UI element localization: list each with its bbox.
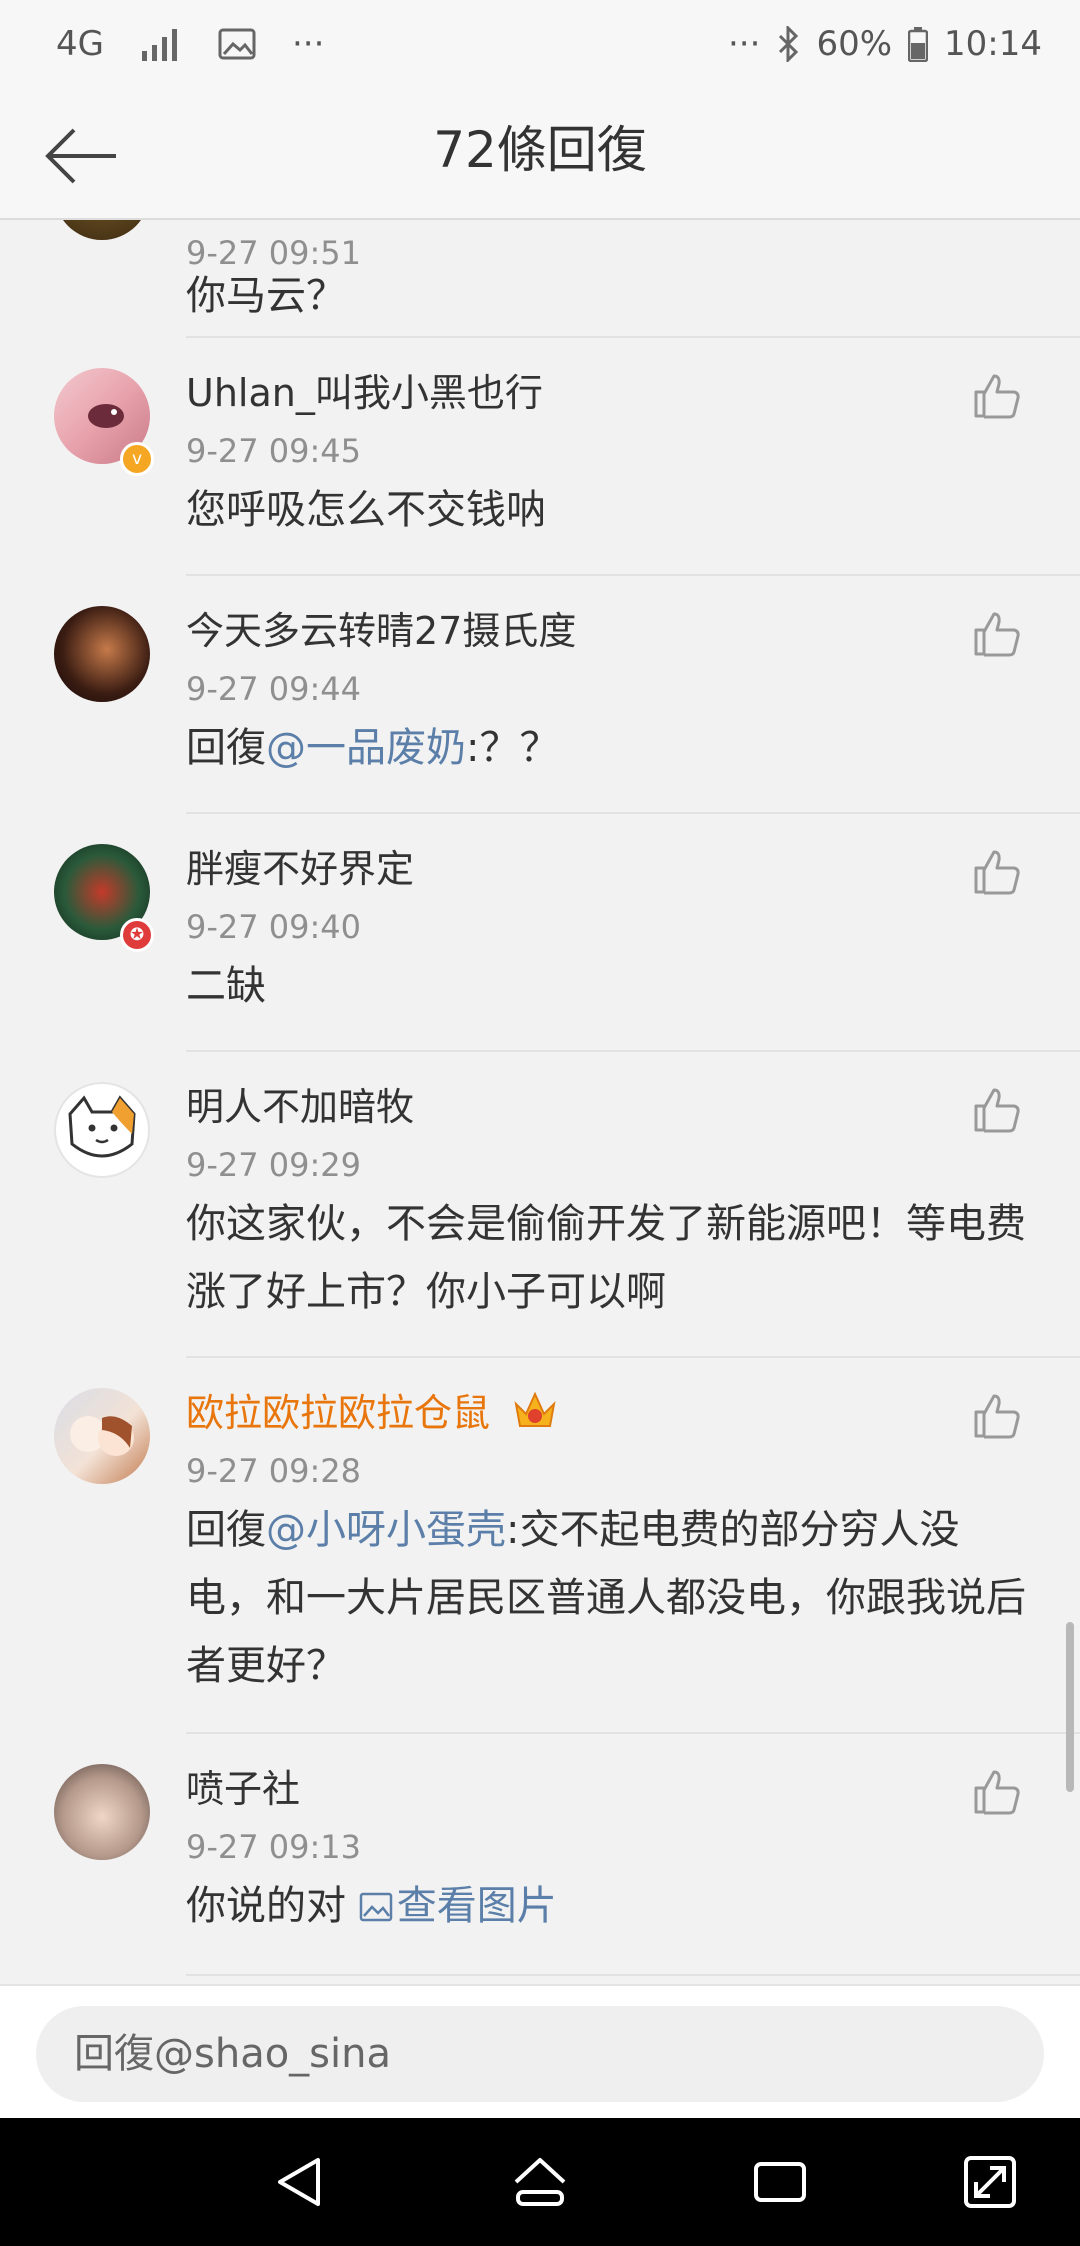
thumbs-up-icon[interactable]	[972, 848, 1022, 896]
scrollbar[interactable]	[1066, 1622, 1074, 1792]
user-name-text[interactable]: 欧拉欧拉欧拉仓鼠	[186, 1391, 490, 1435]
mention-link[interactable]: @小呀小蛋壳	[266, 1507, 506, 1553]
thumbs-up-icon[interactable]	[972, 610, 1022, 658]
recents-nav-icon[interactable]	[750, 2152, 810, 2212]
comment-item[interactable]: 9-27 09:51 你马云？	[0, 220, 1080, 338]
thumbs-up-icon[interactable]	[972, 1392, 1022, 1440]
more-notifications: ···	[291, 24, 325, 64]
user-name[interactable]: Uhlan_叫我小黑也行	[186, 368, 543, 418]
avatar[interactable]	[54, 220, 150, 240]
avatar[interactable]	[54, 1082, 150, 1178]
user-name[interactable]: 欧拉欧拉欧拉仓鼠	[186, 1388, 558, 1438]
comment-text: 你说的对 查看图片	[186, 1872, 1030, 1940]
back-nav-icon[interactable]	[270, 2152, 330, 2212]
comment-item[interactable]: 今天多云转晴27摄氏度 9-27 09:44 回復@一品废奶:？？	[0, 576, 1080, 814]
network-indicator: 4G	[56, 24, 104, 64]
thumbs-up-icon[interactable]	[972, 1086, 1022, 1134]
comment-item[interactable]: 欧拉欧拉欧拉仓鼠 9-27 09:28 回復@小呀小蛋壳:交不起电费的部分穷人没…	[0, 1358, 1080, 1734]
header: 72條回復	[0, 90, 1080, 220]
battery-icon	[908, 27, 929, 62]
view-image-label[interactable]: 查看图片	[397, 1883, 557, 1929]
view-image-link[interactable]: 查看图片	[359, 1883, 557, 1929]
avatar[interactable]	[54, 1388, 150, 1484]
user-name[interactable]: 明人不加暗牧	[186, 1082, 414, 1132]
status-bar: 4G ··· ··· 60% 10:14	[0, 0, 1080, 90]
comment-time: 9-27 09:44	[186, 670, 362, 708]
comment-text: 回復@一品废奶:？？	[186, 714, 1030, 782]
thumbs-up-icon[interactable]	[972, 372, 1022, 420]
member-badge: ✪	[120, 918, 154, 952]
comment-time: 9-27 09:28	[186, 1452, 362, 1490]
user-name[interactable]: 胖瘦不好界定	[186, 844, 414, 894]
status-dots: ···	[728, 24, 761, 64]
navigation-bar	[0, 2118, 1080, 2246]
comment-time: 9-27 09:29	[186, 1146, 362, 1184]
comment-body: 你说的对	[186, 1883, 359, 1929]
reply-body: :？？	[466, 725, 560, 771]
comment-list[interactable]: 9-27 09:51 你马云？ v Uhlan_叫我小黑也行 9-27 09:4…	[0, 220, 1080, 1984]
user-name[interactable]: 喷子社	[186, 1764, 300, 1814]
avatar[interactable]	[54, 1764, 150, 1860]
comment-text: 你马云？	[186, 273, 346, 319]
comment-item[interactable]: v Uhlan_叫我小黑也行 9-27 09:45 您呼吸怎么不交钱呐	[0, 338, 1080, 576]
divider	[186, 1974, 1080, 1976]
reply-prefix: 回復	[186, 725, 266, 771]
image-notification-icon	[218, 28, 256, 60]
mention-link[interactable]: @一品废奶	[266, 725, 466, 771]
home-nav-icon[interactable]	[510, 2152, 570, 2212]
comment-item[interactable]: ✪ 胖瘦不好界定 9-27 09:40 二缺	[0, 814, 1080, 1052]
battery-percent: 60%	[816, 24, 893, 64]
expand-nav-icon[interactable]	[960, 2152, 1020, 2212]
comment-time: 9-27 09:45	[186, 432, 362, 470]
thumbs-up-icon[interactable]	[972, 1768, 1022, 1816]
comment-text: 二缺	[186, 963, 266, 1009]
crown-vip-icon	[514, 1391, 556, 1427]
clock: 10:14	[944, 24, 1042, 64]
reply-input[interactable]	[36, 2006, 1044, 2102]
reply-bar	[0, 1984, 1080, 2120]
signal-icon	[141, 29, 177, 61]
page-title: 72條回復	[433, 121, 647, 179]
user-name[interactable]: 今天多云转晴27摄氏度	[186, 606, 576, 656]
bluetooth-icon	[779, 26, 799, 62]
image-icon	[359, 1892, 392, 1922]
avatar[interactable]	[54, 606, 150, 702]
comment-text: 你这家伙，不会是偷偷开发了新能源吧！等电费涨了好上市？你小子可以啊	[186, 1201, 1026, 1315]
comment-text: 您呼吸怎么不交钱呐	[186, 487, 546, 533]
comment-time: 9-27 09:13	[186, 1828, 362, 1866]
comment-item[interactable]: 明人不加暗牧 9-27 09:29 你这家伙，不会是偷偷开发了新能源吧！等电费涨…	[0, 1052, 1080, 1358]
verified-badge: v	[120, 442, 154, 476]
comment-text: 回復@小呀小蛋壳:交不起电费的部分穷人没电，和一大片居民区普通人都没电，你跟我说…	[186, 1496, 1030, 1700]
comment-time: 9-27 09:40	[186, 908, 362, 946]
comment-item[interactable]: 喷子社 9-27 09:13 你说的对 查看图片	[0, 1734, 1080, 1984]
reply-prefix: 回復	[186, 1507, 266, 1553]
